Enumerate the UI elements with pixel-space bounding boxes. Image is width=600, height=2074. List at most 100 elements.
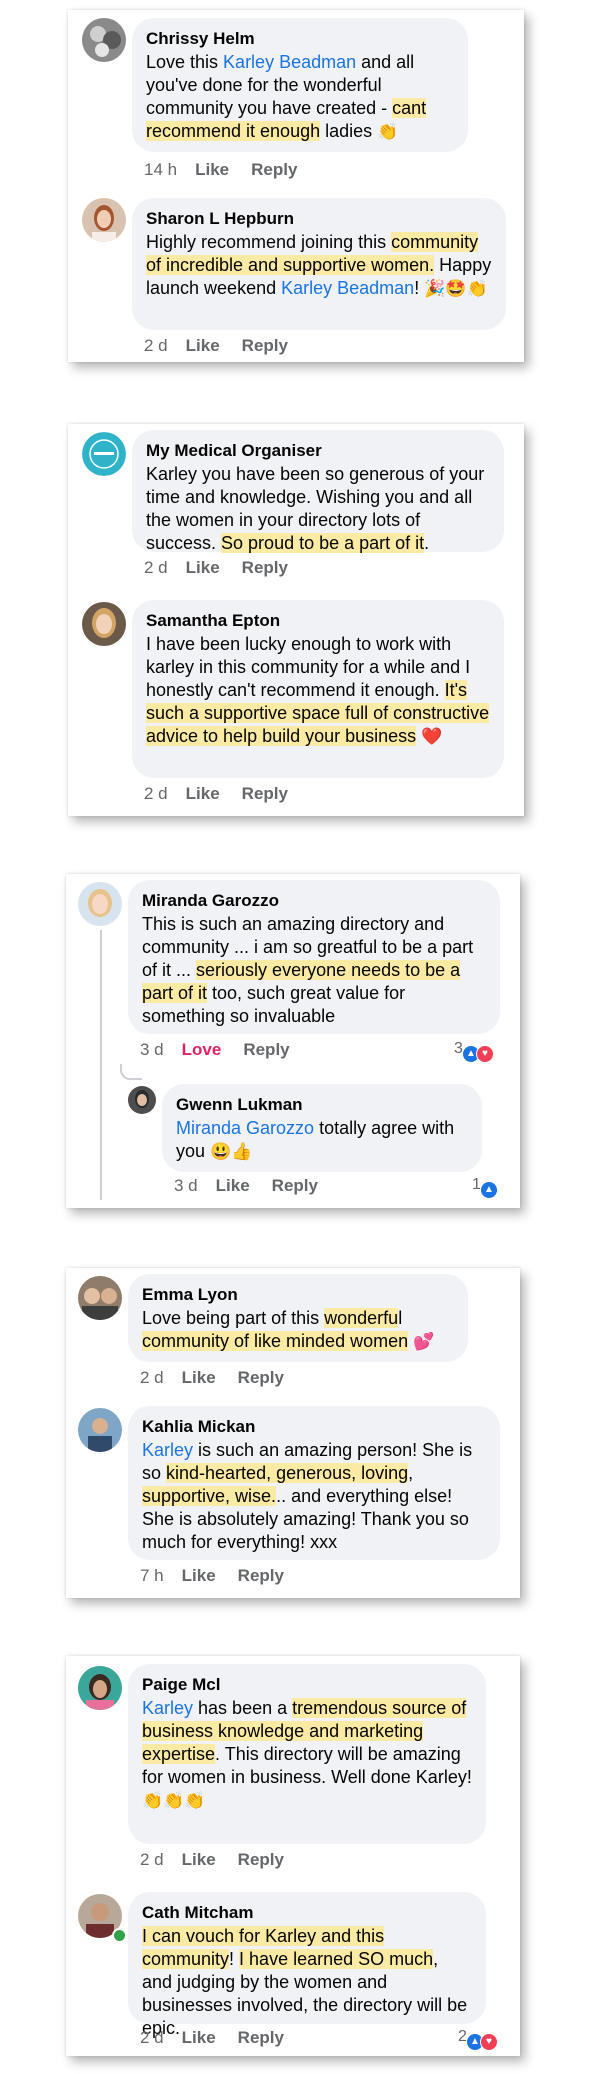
- timestamp[interactable]: 7 h: [140, 1566, 164, 1586]
- reaction-count: 2: [458, 2028, 467, 2045]
- like-button[interactable]: Like: [216, 1176, 250, 1196]
- comment-text: Karley is such an amazing person! She is…: [142, 1440, 473, 1552]
- like-button[interactable]: Like: [182, 2028, 216, 2048]
- avatar[interactable]: [128, 1086, 156, 1114]
- reply-button[interactable]: Reply: [242, 784, 288, 804]
- comment-bubble: Sharon L Hepburn Highly recommend joinin…: [132, 198, 506, 330]
- heart-icon: ♥: [479, 2033, 498, 2051]
- commenter-name[interactable]: Cath Mitcham: [142, 1902, 472, 1923]
- comment-text: Love this Karley Beadman and all you've …: [146, 52, 427, 141]
- comment-text: Love being part of this wonderful commun…: [142, 1308, 435, 1351]
- comment-bubble: Chrissy Helm Love this Karley Beadman an…: [132, 18, 468, 152]
- reaction-summary[interactable]: 2 ▲ ♥: [458, 2028, 498, 2051]
- avatar[interactable]: [78, 1276, 122, 1320]
- timestamp[interactable]: 3 d: [174, 1176, 198, 1196]
- timestamp[interactable]: 2 d: [144, 784, 168, 804]
- comment-bubble: Emma Lyon Love being part of this wonder…: [128, 1274, 468, 1362]
- comment-actions: 2 d Like Reply: [144, 336, 310, 356]
- commenter-name[interactable]: Emma Lyon: [142, 1284, 454, 1305]
- timestamp[interactable]: 2 d: [144, 558, 168, 578]
- reply-button[interactable]: Reply: [242, 558, 288, 578]
- reply-button[interactable]: Reply: [243, 1040, 289, 1060]
- commenter-name[interactable]: Sharon L Hepburn: [146, 208, 492, 229]
- timestamp[interactable]: 2 d: [140, 1850, 164, 1870]
- heart-icon: ♥: [475, 1045, 494, 1063]
- commenter-name[interactable]: Samantha Epton: [146, 610, 490, 631]
- mention-link[interactable]: Karley Beadman: [281, 278, 414, 298]
- comment-text: Highly recommend joining this community …: [146, 232, 492, 298]
- reply-button[interactable]: Reply: [238, 1566, 284, 1586]
- commenter-name[interactable]: My Medical Organiser: [146, 440, 490, 461]
- comment-bubble: Samantha Epton I have been lucky enough …: [132, 600, 504, 778]
- timestamp[interactable]: 2 d: [144, 336, 168, 356]
- commenter-name[interactable]: Miranda Garozzo: [142, 890, 486, 911]
- online-status-icon: [112, 1928, 127, 1943]
- comment-actions: 14 h Like Reply: [144, 160, 319, 180]
- comment-text: I have been lucky enough to work with ka…: [146, 634, 490, 746]
- commenter-name[interactable]: Chrissy Helm: [146, 28, 454, 49]
- mention-link[interactable]: Karley: [142, 1440, 193, 1460]
- comment-actions: 7 h Like Reply: [140, 1566, 306, 1586]
- reaction-summary[interactable]: 3 ▲ ♥: [454, 1040, 494, 1063]
- like-button[interactable]: Like: [182, 1566, 216, 1586]
- timestamp[interactable]: 3 d: [140, 1040, 164, 1060]
- reaction-count: 3: [454, 1040, 463, 1057]
- avatar[interactable]: [78, 1666, 122, 1710]
- commenter-name[interactable]: Paige Mcl: [142, 1674, 472, 1695]
- commenter-name[interactable]: Kahlia Mickan: [142, 1416, 486, 1437]
- comment-text: Karley you have been so generous of your…: [146, 464, 485, 553]
- comment-bubble: Gwenn Lukman Miranda Garozzo totally agr…: [162, 1084, 482, 1172]
- like-button[interactable]: Like: [182, 1850, 216, 1870]
- comment-card: Chrissy Helm Love this Karley Beadman an…: [68, 10, 524, 362]
- comment-actions: 2 d Like Reply: [140, 1850, 306, 1870]
- reply-button[interactable]: Reply: [272, 1176, 318, 1196]
- timestamp[interactable]: 14 h: [144, 160, 177, 180]
- commenter-name[interactable]: Gwenn Lukman: [176, 1094, 468, 1115]
- reply-button[interactable]: Reply: [238, 2028, 284, 2048]
- avatar[interactable]: [82, 602, 126, 646]
- comment-bubble: My Medical Organiser Karley you have bee…: [132, 430, 504, 553]
- comment-bubble: Kahlia Mickan Karley is such an amazing …: [128, 1406, 500, 1560]
- reply-button[interactable]: Reply: [238, 1850, 284, 1870]
- love-reaction-button[interactable]: Love: [182, 1040, 222, 1060]
- avatar[interactable]: [78, 1408, 122, 1452]
- comment-text: Miranda Garozzo totally agree with you 😃…: [176, 1118, 455, 1161]
- comment-bubble: Cath Mitcham I can vouch for Karley and …: [128, 1892, 486, 2038]
- mention-link[interactable]: Miranda Garozzo: [176, 1118, 314, 1138]
- avatar[interactable]: [82, 432, 126, 476]
- like-button[interactable]: Like: [182, 1368, 216, 1388]
- avatar[interactable]: [82, 18, 126, 62]
- comment-card: My Medical Organiser Karley you have bee…: [68, 424, 524, 816]
- reply-button[interactable]: Reply: [238, 1368, 284, 1388]
- like-button[interactable]: Like: [195, 160, 229, 180]
- thread-branch: [120, 1064, 142, 1080]
- reply-button[interactable]: Reply: [242, 336, 288, 356]
- mention-link[interactable]: Karley: [142, 1698, 193, 1718]
- comment-card: Emma Lyon Love being part of this wonder…: [66, 1268, 520, 1598]
- comment-actions: 3 d Like Reply: [174, 1176, 340, 1196]
- comment-bubble: Paige Mcl Karley has been a tremendous s…: [128, 1664, 486, 1844]
- like-button[interactable]: Like: [186, 784, 220, 804]
- comment-actions: 3 d Love Reply: [140, 1040, 312, 1060]
- comment-card: Paige Mcl Karley has been a tremendous s…: [66, 1656, 520, 2056]
- timestamp[interactable]: 2 d: [140, 2028, 164, 2048]
- thumbs-up-icon: ▲: [480, 1182, 497, 1198]
- like-button[interactable]: Like: [186, 336, 220, 356]
- comment-actions: 2 d Like Reply: [140, 1368, 306, 1388]
- timestamp[interactable]: 2 d: [140, 1368, 164, 1388]
- like-button[interactable]: Like: [186, 558, 220, 578]
- comment-actions: 2 d Like Reply: [144, 784, 310, 804]
- comment-text: I can vouch for Karley and this communit…: [142, 1926, 468, 2038]
- comment-actions: 2 d Like Reply: [144, 558, 310, 578]
- reaction-count: 1: [472, 1176, 481, 1193]
- comment-text: This is such an amazing directory and co…: [142, 914, 474, 1026]
- avatar[interactable]: [82, 198, 126, 242]
- comment-card: Miranda Garozzo This is such an amazing …: [66, 874, 520, 1208]
- thread-line: [100, 930, 102, 1200]
- reply-button[interactable]: Reply: [251, 160, 297, 180]
- comment-bubble: Miranda Garozzo This is such an amazing …: [128, 880, 500, 1034]
- mention-link[interactable]: Karley Beadman: [223, 52, 356, 72]
- reaction-summary[interactable]: 1 ▲: [472, 1176, 497, 1198]
- avatar[interactable]: [78, 882, 122, 926]
- comment-actions: 2 d Like Reply: [140, 2028, 306, 2048]
